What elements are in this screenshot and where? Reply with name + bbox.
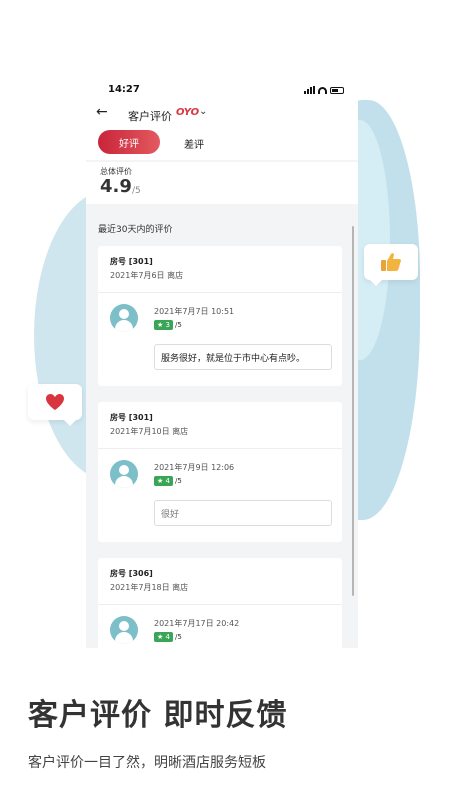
review-comment: 服务很好，就是位于市中心有点吵。	[154, 344, 332, 370]
divider	[98, 448, 342, 449]
brand-logo[interactable]: OYO	[176, 107, 199, 118]
divider	[98, 292, 342, 293]
star-rating: ★ 4 /5	[154, 632, 182, 642]
phone-screen: 14:27 ← 客户评价 OYO ⌄ 好评 差评 总体评价 4.9 /5 最近3…	[86, 80, 358, 648]
avatar	[110, 460, 138, 488]
promo-subline: 客户评价一目了然，明晰酒店服务短板	[28, 755, 266, 771]
wifi-icon	[318, 86, 327, 94]
chevron-down-icon[interactable]: ⌄	[199, 106, 207, 117]
thumbs-up-bubble	[364, 244, 418, 286]
checkout-date: 2021年7月10日 离店	[110, 427, 189, 436]
avatar	[110, 304, 138, 332]
room-number: 房号 [301]	[110, 257, 153, 266]
overall-score: 总体评价 4.9 /5	[86, 162, 358, 204]
star-badge: ★ 4	[154, 476, 173, 486]
star-badge: ★ 3	[154, 320, 173, 330]
star-denominator: /5	[174, 321, 182, 329]
tab-good-reviews[interactable]: 好评	[98, 130, 160, 154]
section-title: 最近30天内的评价	[98, 225, 173, 235]
review-card[interactable]: 房号 [301] 2021年7月6日 离店 2021年7月7日 10:51 ★ …	[98, 246, 342, 386]
review-card[interactable]: 房号 [306] 2021年7月18日 离店 2021年7月17日 20:42 …	[98, 558, 342, 648]
tab-bad-reviews[interactable]: 差评	[184, 136, 204, 151]
checkout-date: 2021年7月6日 离店	[110, 271, 184, 280]
star-rating: ★ 4 /5	[154, 476, 182, 486]
review-time: 2021年7月17日 20:42	[154, 619, 240, 628]
promo-headline: 客户评价 即时反馈	[28, 698, 288, 733]
nav-bar: ← 客户评价 OYO ⌄	[86, 102, 358, 128]
nav-title: 客户评价	[128, 110, 172, 123]
avatar	[110, 616, 138, 644]
star-badge: ★ 4	[154, 632, 173, 642]
room-number: 房号 [301]	[110, 413, 153, 422]
score-value: 4.9	[100, 176, 132, 197]
room-number: 房号 [306]	[110, 569, 153, 578]
star-rating: ★ 3 /5	[154, 320, 182, 330]
back-arrow-icon[interactable]: ←	[96, 104, 108, 120]
score-denominator: /5	[132, 186, 141, 196]
scrollbar[interactable]	[352, 226, 354, 596]
heart-bubble	[28, 384, 82, 426]
checkout-date: 2021年7月18日 离店	[110, 583, 189, 592]
review-time: 2021年7月9日 12:06	[154, 463, 235, 472]
thumbs-up-icon	[381, 253, 401, 271]
review-comment: 很好	[154, 500, 332, 526]
review-card[interactable]: 房号 [301] 2021年7月10日 离店 2021年7月9日 12:06 ★…	[98, 402, 342, 542]
divider	[98, 604, 342, 605]
status-time: 14:27	[108, 84, 140, 95]
battery-icon	[330, 86, 344, 94]
star-denominator: /5	[174, 477, 182, 485]
review-time: 2021年7月7日 10:51	[154, 307, 235, 316]
review-tabs: 好评 差评	[86, 128, 358, 160]
status-bar: 14:27	[86, 80, 358, 102]
promo-page: 14:27 ← 客户评价 OYO ⌄ 好评 差评 总体评价 4.9 /5 最近3…	[0, 0, 450, 800]
heart-icon	[46, 394, 64, 410]
signal-icon	[304, 86, 315, 94]
star-denominator: /5	[174, 633, 182, 641]
status-icons	[304, 86, 344, 94]
